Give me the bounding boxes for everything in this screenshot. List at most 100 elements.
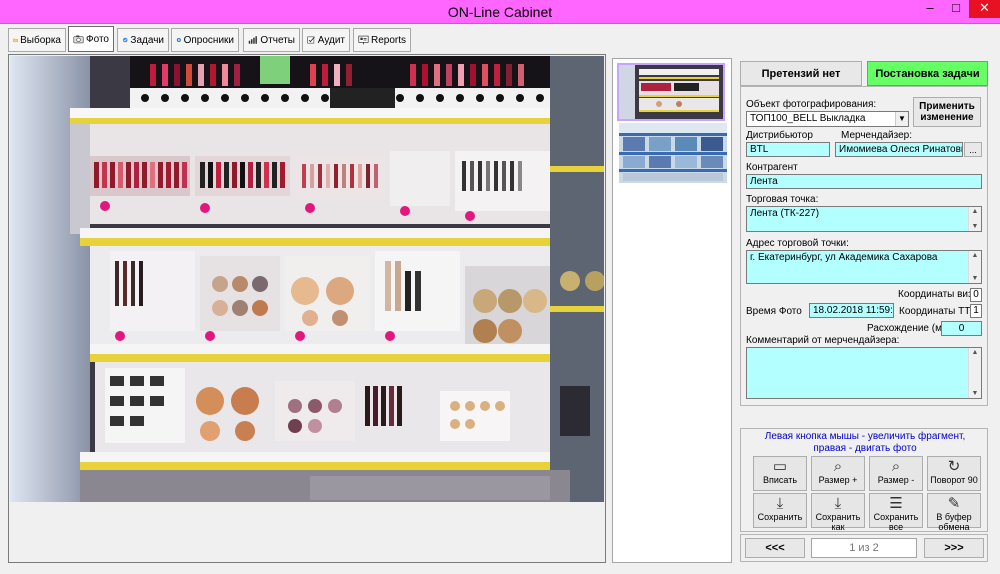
zoom-out-button[interactable]: ⌕ Размер -	[869, 456, 923, 491]
apply-change-button[interactable]: Применить изменение	[913, 97, 981, 127]
stack-icon: ☰	[889, 495, 903, 512]
thumbnail-2[interactable]	[619, 123, 727, 183]
chevron-down-icon[interactable]: ▼	[969, 390, 981, 397]
thumbnail-strip	[612, 58, 732, 563]
coords-viz-field[interactable]: 0	[970, 288, 982, 302]
discrepancy-field[interactable]: 0	[941, 321, 982, 336]
fit-button[interactable]: ▭ Вписать	[753, 456, 807, 491]
merchandiser-label: Мерчендайзер:	[841, 130, 912, 141]
minimize-button[interactable]: –	[917, 0, 943, 18]
tab-label: Reports	[370, 34, 406, 46]
tab-label: Аудит	[317, 34, 345, 46]
address-scrollbar[interactable]: ▲ ▼	[968, 251, 981, 283]
tab-label: Задачи	[130, 34, 164, 46]
object-select[interactable]: ТОП100_BELL Выкладка ▼	[746, 111, 909, 127]
save-as-button[interactable]: ⤓ Сохранить как	[811, 493, 865, 532]
mouse-hint: Левая кнопка мышы - увеличить фрагмент, …	[764, 431, 966, 454]
tab-zadachi[interactable]: Задачи	[117, 28, 169, 52]
comment-label: Комментарий от мерчендайзера:	[746, 335, 900, 346]
chevron-up-icon[interactable]: ▲	[969, 252, 981, 259]
tab-label: Фото	[86, 33, 109, 45]
fit-label: Вписать	[762, 475, 798, 485]
save-as-label: Сохранить как	[815, 512, 861, 532]
zoom-in-button[interactable]: ⌕ Размер +	[811, 456, 865, 491]
window-title: ON-Line Cabinet	[447, 4, 553, 20]
address-field[interactable]: г. Екатеринбург, ул Академика Сахарова ▲…	[746, 250, 982, 284]
pager-status: 1 из 2	[811, 538, 917, 558]
prev-photo-button[interactable]: <<<	[745, 538, 805, 558]
tab-otchety[interactable]: Отчеты	[243, 28, 300, 52]
distributor-label: Дистрибьютор	[746, 130, 813, 141]
contractor-label: Контрагент	[746, 162, 798, 173]
magnifier-plus-icon: ⌕	[833, 458, 843, 475]
rotate-label: Поворот 90	[930, 475, 978, 485]
tab-vyborka[interactable]: Выборка	[8, 28, 66, 52]
zoom-out-label: Размер -	[877, 475, 915, 485]
object-value: ТОП100_BELL Выкладка	[750, 113, 866, 124]
save-all-button[interactable]: ☰ Сохранить все	[869, 493, 923, 532]
next-photo-button[interactable]: >>>	[924, 538, 984, 558]
comment-scrollbar[interactable]: ▲ ▼	[968, 348, 981, 398]
save-label: Сохранить	[757, 512, 803, 522]
survey-icon	[176, 37, 181, 43]
chevron-down-icon[interactable]: ▼	[969, 275, 981, 282]
camera-icon	[73, 35, 84, 44]
photo-tools-panel: Левая кнопка мышы - увеличить фрагмент, …	[740, 428, 988, 532]
chevron-down-icon[interactable]: ▼	[969, 223, 981, 230]
outlet-value: Лента (ТК-227)	[750, 208, 820, 219]
discrepancy-label: Расхождение (м)	[867, 323, 946, 334]
tab-label: Выборка	[20, 34, 61, 46]
chevron-up-icon[interactable]: ▲	[969, 349, 981, 356]
tab-foto[interactable]: Фото	[68, 26, 114, 52]
title-bar: ON-Line Cabinet – □ ✕	[0, 0, 1000, 24]
tab-reports[interactable]: Reports	[353, 28, 411, 52]
shelf-thumbnail	[619, 123, 727, 183]
magnifier-minus-icon: ⌕	[891, 458, 901, 475]
merchandiser-field[interactable]: Имомиева Олеся Ринатовна	[835, 142, 963, 157]
photo-time-label: Время Фото	[746, 306, 802, 317]
palette-icon: ✎	[947, 495, 961, 512]
coords-tt-field[interactable]: 1	[970, 304, 982, 318]
tab-audit[interactable]: Аудит	[302, 28, 350, 52]
contractor-field[interactable]: Лента	[746, 174, 982, 189]
coords-viz-label: Координаты виз.	[898, 289, 976, 300]
distributor-field[interactable]: BTL	[746, 142, 830, 157]
close-button[interactable]: ✕	[969, 0, 1000, 18]
rotate-button[interactable]: ↻ Поворот 90	[927, 456, 981, 491]
tab-oprosniki[interactable]: Опросники	[171, 28, 239, 52]
download-icon: ⤓	[834, 495, 842, 512]
chevron-up-icon[interactable]: ▲	[969, 208, 981, 215]
store-shelf-photo	[10, 56, 604, 502]
photo-pager: <<< 1 из 2 >>>	[740, 534, 988, 562]
inbox-download-icon: ⤓	[776, 495, 784, 512]
monitor-icon: ▭	[772, 458, 788, 475]
save-button[interactable]: ⤓ Сохранить	[753, 493, 807, 528]
photo-time-field[interactable]: 18.02.2018 11:59:14	[809, 303, 894, 318]
set-task-button[interactable]: Постановка задачи	[867, 61, 988, 86]
maximize-button[interactable]: □	[943, 0, 969, 18]
tab-label: Отчеты	[260, 34, 295, 46]
merchandiser-browse-button[interactable]: ...	[964, 142, 982, 157]
presentation-icon	[358, 35, 369, 45]
checkbox-icon	[307, 36, 315, 44]
photo-viewer[interactable]	[10, 56, 604, 502]
copy-clipboard-button[interactable]: ✎ В буфер обмена	[927, 493, 981, 532]
bar-chart-icon	[248, 36, 257, 44]
save-all-label: Сохранить все	[873, 512, 919, 532]
no-claims-button[interactable]: Претензий нет	[740, 61, 862, 86]
outlet-field[interactable]: Лента (ТК-227) ▲ ▼	[746, 206, 982, 232]
photo-info-panel: Объект фотографирования: ТОП100_BELL Вык…	[740, 86, 988, 406]
outlet-label: Торговая точка:	[746, 194, 819, 205]
chevron-down-icon[interactable]: ▼	[895, 112, 908, 126]
object-label: Объект фотографирования:	[746, 99, 877, 110]
tab-bar: Выборка Фото Задачи Опросники Отчеты Ауд…	[0, 24, 1000, 54]
thumbnail-1[interactable]	[617, 63, 725, 121]
tab-label: Опросники	[183, 34, 234, 46]
coords-tt-label: Координаты ТТ	[899, 306, 971, 317]
address-label: Адрес торговой точки:	[746, 238, 849, 249]
comment-field[interactable]: ▲ ▼	[746, 347, 982, 399]
outlet-scrollbar[interactable]: ▲ ▼	[968, 207, 981, 231]
address-value: г. Екатеринбург, ул Академика Сахарова	[750, 252, 938, 263]
check-circle-icon	[122, 37, 128, 43]
clipboard-label: В буфер обмена	[936, 512, 972, 532]
